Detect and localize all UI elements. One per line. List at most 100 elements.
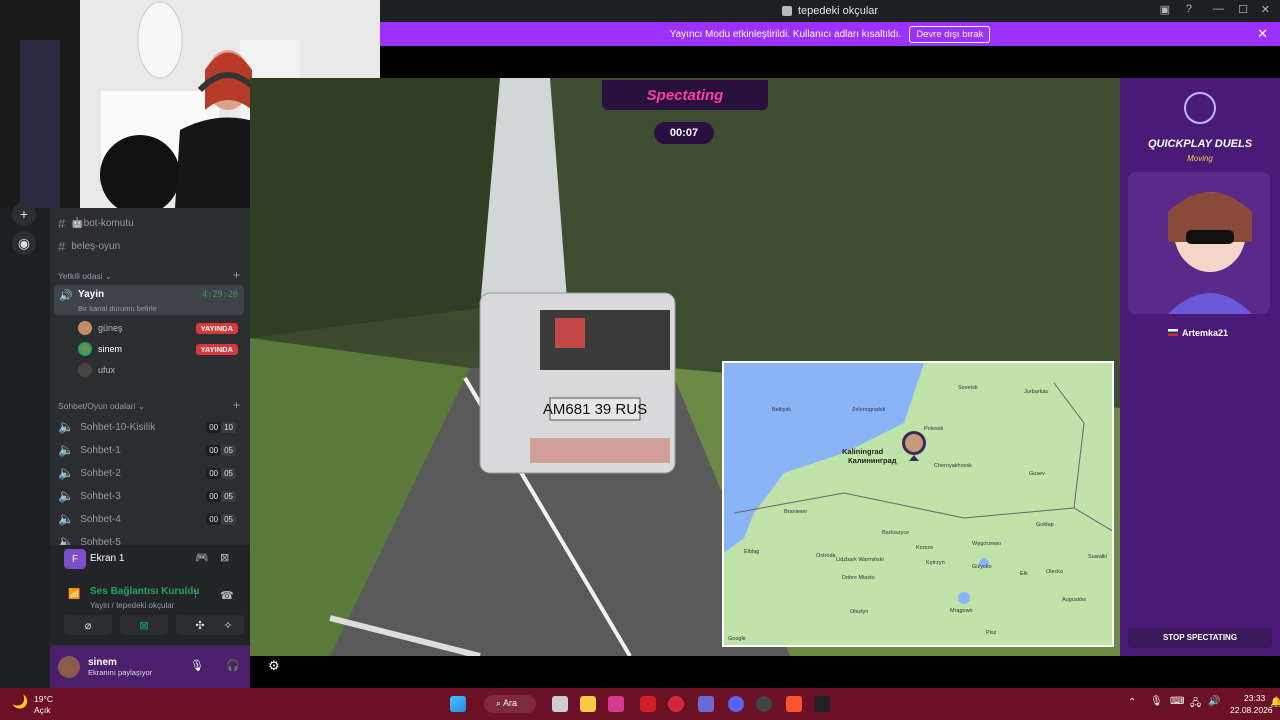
map-label: Baltiysk <box>772 407 791 413</box>
weather-temp[interactable]: 19°C <box>34 694 53 704</box>
discord-app-icon <box>781 6 792 16</box>
channel-sidebar: # 🤖bot-komutu # beleş-oyun Yetkili odasi ⌄… <box>50 208 280 688</box>
map-label: Polessk <box>924 426 944 432</box>
discover-icon[interactable]: ◉ <box>12 231 36 255</box>
map-label: Korsze <box>916 545 934 551</box>
connection-channel[interactable]: Yayin / tepedeki okçular <box>90 601 174 610</box>
weather-icon[interactable]: 🌙 <box>12 694 28 710</box>
avatar <box>78 363 92 377</box>
inbox-icon[interactable]: ▣ <box>1160 3 1170 16</box>
user-panel: sinem Ekranını paylaşıyor 🎙 🎧 ⚙ <box>50 646 280 688</box>
discord-icon[interactable] <box>728 696 744 712</box>
notifications-icon[interactable]: 🔔 <box>1270 697 1280 708</box>
opera-icon[interactable] <box>668 696 684 712</box>
window-title: tepedeki okçular <box>797 5 879 17</box>
avatar <box>78 321 92 335</box>
search-button[interactable]: ⌕ Ara <box>484 695 536 713</box>
add-channel-icon[interactable]: + <box>233 268 240 282</box>
user-limit-badge: 00 10 <box>206 421 236 433</box>
voice-channel-5[interactable]: 🔈 Sohbet-4 00 05 <box>58 511 244 527</box>
chrome-icon[interactable] <box>756 696 772 712</box>
network-icon[interactable]: 🖧 <box>1190 696 1201 713</box>
clock-time[interactable]: 23:33 <box>1244 693 1265 703</box>
add-server-icon[interactable]: + <box>12 202 36 226</box>
voice-user-sinem[interactable]: sinem YAYINDA <box>78 342 244 356</box>
map-label: Google <box>728 636 746 642</box>
headphones-icon[interactable]: 🎧 <box>226 659 240 672</box>
user-limit-badge: 00 05 <box>206 490 236 502</box>
close-button[interactable]: ✕ <box>1261 3 1270 16</box>
task-view-icon[interactable] <box>552 696 568 712</box>
map-label: Giżycko <box>972 564 992 570</box>
voice-channel-3[interactable]: 🔈 Sohbet-2 00 05 <box>58 465 244 481</box>
stop-spectating-button[interactable]: STOP SPECTATING <box>1128 628 1272 648</box>
game-app-icon[interactable] <box>698 696 714 712</box>
user-limit-badge: 00 05 <box>206 444 236 456</box>
keyboard-icon[interactable]: ⌨ <box>1170 696 1184 707</box>
voice-channel-yayin[interactable]: 🔊 Yayin 4:29:20 Bir kanal durumu belirle <box>54 285 244 315</box>
camera-off-button[interactable]: ⌀ <box>64 615 112 635</box>
voice-elapsed-time: 4:29:20 <box>202 290 238 300</box>
voice-user-ufux[interactable]: ufux <box>78 363 244 377</box>
screen-label: Ekran 1 <box>90 553 125 564</box>
headset-icon <box>1184 92 1216 124</box>
map-label: Gołdap <box>1036 522 1054 528</box>
map-label: Dobre Miasto <box>842 575 875 581</box>
connection-status[interactable]: Ses Bağlantısı Kuruldu <box>90 586 199 597</box>
category-yetkili[interactable]: Yetkili odasi ⌄ <box>58 271 112 282</box>
player-avatar <box>1128 172 1270 314</box>
start-icon[interactable] <box>450 696 466 712</box>
avatar[interactable] <box>58 656 80 678</box>
map-label: Pisz <box>986 630 997 636</box>
guess-map[interactable]: Kaliningrad Калининград Chernyakhovsk Gusev… <box>722 361 1114 647</box>
app-icon[interactable] <box>640 696 656 712</box>
add-channel-icon[interactable]: + <box>233 398 240 412</box>
microphone-tray-icon[interactable]: 🎙 <box>1150 696 1163 707</box>
noise-suppression-icon[interactable]: ⫶ <box>194 589 197 602</box>
map-label: Węgorzewo <box>972 541 1002 547</box>
epic-games-icon[interactable] <box>814 696 830 712</box>
voice-channel-1[interactable]: 🔈 Sohbet-10-Kisilik 00 10 <box>58 419 244 435</box>
file-explorer-icon[interactable] <box>580 696 596 712</box>
mode-title: QUICKPLAY DUELS <box>1147 138 1253 150</box>
disconnect-icon[interactable]: ☎ <box>220 589 234 602</box>
gamepad-icon[interactable]: 🎮 <box>195 551 209 564</box>
map-label: Jurbarkas <box>1024 389 1049 395</box>
microphone-icon[interactable]: 🎙 <box>190 659 204 672</box>
map-label: Lidzbark Warmiński <box>836 557 884 563</box>
screen-share-button[interactable]: ⊠ <box>120 615 168 635</box>
channel-bot-komutu[interactable]: # 🤖bot-komutu <box>58 216 134 231</box>
speaker-icon: 🔊 <box>59 290 73 302</box>
player-name-row: Artemka21 <box>1168 328 1228 338</box>
voice-user-gunes[interactable]: güneş YAYINDA <box>78 321 244 335</box>
soundboard-button[interactable]: ✧ <box>212 615 244 635</box>
weather-desc[interactable]: Açık <box>34 705 51 715</box>
banner-text: Yayıncı Modu etkinleştirildi. Kullanıcı … <box>669 28 902 40</box>
instagram-icon[interactable] <box>608 696 624 712</box>
user-status: Ekranını paylaşıyor <box>88 668 153 677</box>
voice-channel-4[interactable]: 🔈 Sohbet-3 00 05 <box>58 488 244 504</box>
voice-channel-2[interactable]: 🔈 Sohbet-1 00 05 <box>58 442 244 458</box>
maximize-button[interactable]: ☐ <box>1238 3 1248 16</box>
map-label: Mrągowo <box>950 608 973 614</box>
gear-icon[interactable]: ⚙ <box>268 658 280 674</box>
map-label: Augustów <box>1062 597 1087 603</box>
help-icon[interactable]: ? <box>1186 3 1192 15</box>
map-label: Bartoszyce <box>882 530 910 536</box>
minimize-button[interactable]: — <box>1213 3 1224 15</box>
close-icon[interactable]: ✕ <box>1257 26 1268 42</box>
volume-icon[interactable]: 🔊 <box>1208 696 1220 707</box>
disable-streamer-mode-button[interactable]: Devre dışı bırak <box>909 25 991 43</box>
map-label: Braniewo <box>784 509 807 515</box>
screen-share-row: F Ekran 1 🎮 ⊠ <box>50 545 250 571</box>
category-sohbet[interactable]: Sohbet/Oyun odalari ⌄ <box>58 401 145 412</box>
clock-date[interactable]: 22.08.2026 <box>1230 705 1273 715</box>
hash-icon: # <box>58 239 66 254</box>
map-label: Gusev <box>1029 471 1045 477</box>
channel-beles-oyun[interactable]: # beleş-oyun <box>58 239 120 254</box>
chevron-up-icon[interactable]: ⌃ <box>1128 697 1136 708</box>
channel-status[interactable]: Bir kanal durumu belirle <box>78 304 157 313</box>
brave-icon[interactable] <box>786 696 802 712</box>
stop-stream-icon[interactable]: ⊠ <box>220 551 229 564</box>
user-limit-badge: 00 05 <box>206 467 236 479</box>
